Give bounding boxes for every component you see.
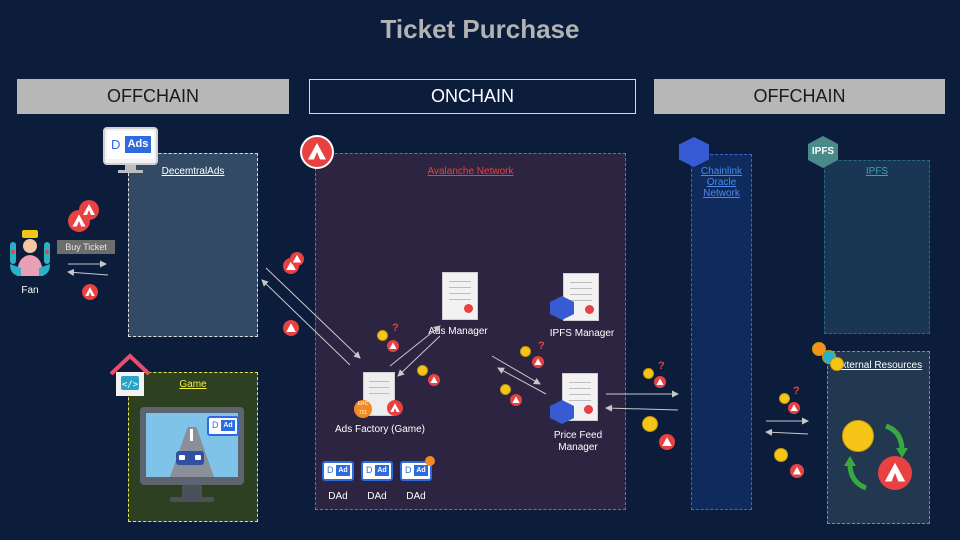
flow-arrows	[67, 260, 809, 436]
